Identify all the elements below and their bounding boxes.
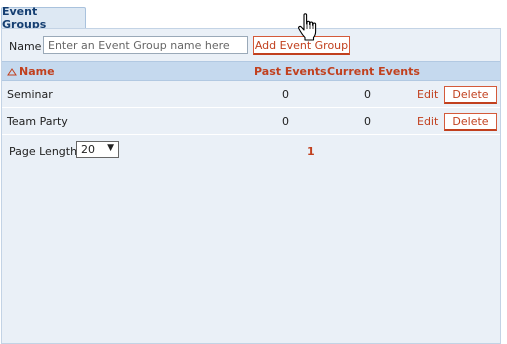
edit-link[interactable]: Edit bbox=[417, 88, 438, 101]
row-current-events: 0 bbox=[364, 115, 371, 128]
name-label: Name bbox=[9, 40, 42, 53]
event-groups-panel: Name Add Event Group Name Past Events Cu… bbox=[1, 28, 501, 344]
table-row: Seminar 0 0 Edit Delete bbox=[2, 81, 500, 108]
column-header-past-events[interactable]: Past Events bbox=[254, 65, 327, 78]
sort-asc-icon bbox=[7, 68, 17, 76]
column-header-name[interactable]: Name bbox=[7, 65, 55, 78]
delete-button[interactable]: Delete bbox=[444, 113, 497, 131]
row-name: Team Party bbox=[7, 115, 68, 128]
delete-button[interactable]: Delete bbox=[444, 86, 497, 104]
page-number-current[interactable]: 1 bbox=[307, 145, 315, 158]
tab-event-groups[interactable]: Event Groups bbox=[1, 5, 86, 31]
table-row: Team Party 0 0 Edit Delete bbox=[2, 108, 500, 135]
page-length-select[interactable]: 20 ▼ bbox=[76, 141, 119, 158]
row-past-events: 0 bbox=[282, 115, 289, 128]
hand-pointer-icon bbox=[298, 13, 317, 41]
column-header-name-label: Name bbox=[19, 65, 55, 78]
add-group-form: Name Add Event Group bbox=[2, 29, 500, 61]
tab-bar: Event Groups bbox=[0, 0, 507, 31]
dropdown-arrow-icon: ▼ bbox=[107, 143, 114, 153]
group-name-input[interactable] bbox=[43, 36, 248, 54]
row-past-events: 0 bbox=[282, 88, 289, 101]
edit-link[interactable]: Edit bbox=[417, 115, 438, 128]
page-length-label: Page Length bbox=[9, 145, 78, 158]
column-header-current-events[interactable]: Current Events bbox=[327, 65, 420, 78]
row-current-events: 0 bbox=[364, 88, 371, 101]
page-length-value: 20 bbox=[81, 143, 95, 156]
pagination-bar: Page Length 20 ▼ 1 bbox=[2, 139, 500, 163]
row-name: Seminar bbox=[7, 88, 53, 101]
table-header: Name Past Events Current Events bbox=[2, 61, 500, 81]
